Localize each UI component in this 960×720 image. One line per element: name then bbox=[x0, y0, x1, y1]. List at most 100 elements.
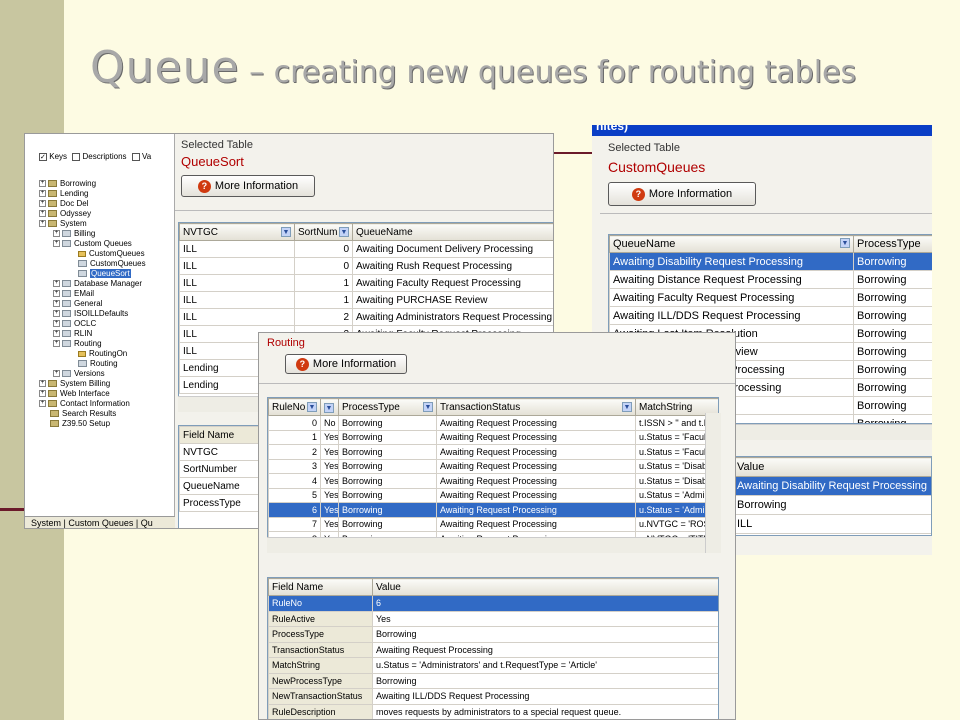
expand-icon[interactable]: + bbox=[39, 210, 46, 218]
table-cell[interactable]: 1 bbox=[294, 274, 353, 292]
table-cell[interactable]: 7 bbox=[268, 516, 321, 532]
column-header[interactable]: QueueName bbox=[352, 223, 553, 241]
table-cell[interactable]: Borrowing bbox=[338, 487, 437, 503]
tree-item[interactable]: + Database Manager bbox=[39, 279, 175, 289]
tree-item[interactable]: + Borrowing bbox=[39, 179, 175, 189]
table-cell[interactable]: Borrowing bbox=[338, 516, 437, 532]
table-cell[interactable]: Borrowing bbox=[853, 378, 932, 397]
table-cell[interactable]: Borrowing bbox=[338, 429, 437, 445]
table-cell[interactable]: 0 bbox=[294, 240, 353, 258]
table-cell[interactable]: TransactionStatus bbox=[268, 641, 373, 658]
table-cell[interactable]: Awaiting Request Processing bbox=[436, 516, 636, 532]
tree-item[interactable]: Z39.50 Setup bbox=[39, 419, 175, 429]
tree-item[interactable]: + System bbox=[39, 219, 175, 229]
tree-item[interactable]: + Doc Del bbox=[39, 199, 175, 209]
va-checkbox[interactable] bbox=[131, 152, 140, 161]
expand-icon[interactable]: + bbox=[53, 310, 60, 318]
expand-icon[interactable]: + bbox=[39, 400, 46, 408]
table-row[interactable]: ProcessType Borrowing bbox=[268, 626, 718, 643]
column-header[interactable]: SortNum ▼ bbox=[294, 223, 353, 241]
table-cell[interactable]: Awaiting Request Processing bbox=[436, 458, 636, 474]
table-cell[interactable]: Borrowing bbox=[372, 672, 718, 689]
table-cell[interactable]: Yes bbox=[320, 444, 339, 460]
table-cell[interactable]: ILL bbox=[179, 274, 295, 292]
tree-item[interactable]: + Routing bbox=[39, 339, 175, 349]
table-cell[interactable]: 1 bbox=[268, 429, 321, 445]
table-cell[interactable]: Borrowing bbox=[853, 324, 932, 343]
table-cell[interactable]: Borrowing bbox=[853, 306, 932, 325]
expand-icon[interactable]: + bbox=[53, 320, 60, 328]
table-row[interactable]: 6 Yes Borrowing Awaiting Request Processing… bbox=[268, 502, 718, 518]
table-cell[interactable]: Awaiting Request Processing bbox=[436, 429, 636, 445]
table-cell[interactable]: Yes bbox=[320, 458, 339, 474]
table-cell[interactable]: Awaiting Faculty Request Processing bbox=[609, 288, 854, 307]
table-cell[interactable]: Borrowing bbox=[853, 414, 932, 423]
table-cell[interactable]: Awaiting ILL/DDS Request Processing bbox=[609, 306, 854, 325]
table-cell[interactable]: QueueName bbox=[179, 477, 260, 495]
table-cell[interactable]: ILL bbox=[179, 257, 295, 275]
filter-dropdown-icon[interactable]: ▼ bbox=[622, 401, 632, 412]
table-row[interactable]: NewProcessType Borrowing bbox=[268, 672, 718, 689]
table-cell[interactable]: ProcessType bbox=[179, 494, 260, 512]
tree-item[interactable]: Search Results bbox=[39, 409, 175, 419]
table-cell[interactable]: Borrowing bbox=[338, 502, 437, 518]
table-cell[interactable]: moves requests by administrators to a sp… bbox=[372, 703, 718, 719]
keys-checkbox[interactable]: ✓ bbox=[39, 152, 47, 161]
table-cell[interactable]: 6 bbox=[372, 595, 718, 612]
table-row[interactable]: Awaiting Disability Request Processing bbox=[733, 476, 931, 496]
filter-dropdown-icon[interactable]: ▼ bbox=[840, 238, 850, 248]
table-cell[interactable]: NVTGC bbox=[179, 443, 260, 461]
table-cell[interactable]: ProcessType bbox=[268, 626, 373, 643]
column-header[interactable]: NVTGC ▼ bbox=[179, 223, 295, 241]
table-cell[interactable]: Awaiting Distance Request Processing bbox=[609, 270, 854, 289]
table-cell[interactable]: u.Status = 'Administrators' and t.Reques… bbox=[372, 657, 718, 674]
filter-dropdown-icon[interactable]: ▼ bbox=[324, 402, 334, 413]
table-cell[interactable]: 5 bbox=[268, 487, 321, 503]
expand-icon[interactable]: + bbox=[53, 240, 60, 248]
table-cell[interactable]: 2 bbox=[294, 308, 353, 326]
table-cell[interactable]: RuleNo bbox=[268, 595, 373, 612]
table-row[interactable]: Awaiting ILL/DDS Request Processing Borro… bbox=[609, 306, 932, 325]
table-row[interactable]: ILL 1 Awaiting Faculty Request Processing bbox=[179, 274, 553, 292]
table-cell[interactable]: ILL bbox=[179, 240, 295, 258]
descriptions-checkbox[interactable] bbox=[72, 152, 81, 161]
more-information-button[interactable]: ? More Information bbox=[285, 354, 407, 374]
table-row[interactable]: TransactionStatus Awaiting Request Proces… bbox=[268, 641, 718, 658]
table-cell[interactable]: Borrowing bbox=[853, 288, 932, 307]
tree-item[interactable]: + Custom Queues bbox=[39, 239, 175, 249]
table-cell[interactable]: No bbox=[320, 415, 339, 431]
table-cell[interactable]: Borrowing bbox=[372, 626, 718, 643]
table-cell[interactable]: 3 bbox=[268, 458, 321, 474]
expand-icon[interactable]: + bbox=[39, 380, 46, 388]
tree-item[interactable]: CustomQueues bbox=[39, 259, 175, 269]
table-row[interactable]: RuleActive Yes bbox=[268, 610, 718, 627]
tree-item[interactable]: + System Billing bbox=[39, 379, 175, 389]
expand-icon[interactable]: + bbox=[39, 220, 46, 228]
tree-item[interactable]: + OCLC bbox=[39, 319, 175, 329]
column-header[interactable]: QueueName ▼ bbox=[609, 235, 854, 253]
table-row[interactable]: 4 Yes Borrowing Awaiting Request Processing… bbox=[268, 473, 718, 489]
tree-item[interactable]: CustomQueues bbox=[39, 249, 175, 259]
table-row[interactable]: RuleDescription moves requests by adminis… bbox=[268, 703, 718, 719]
tree-item[interactable]: Routing bbox=[39, 359, 175, 369]
table-cell[interactable]: Borrowing bbox=[338, 473, 437, 489]
table-cell[interactable]: Borrowing bbox=[338, 415, 437, 431]
table-row[interactable]: 7 Yes Borrowing Awaiting Request Processing… bbox=[268, 516, 718, 532]
tree-item[interactable]: RoutingOn bbox=[39, 349, 175, 359]
expand-icon[interactable]: + bbox=[53, 230, 60, 238]
expand-icon[interactable]: + bbox=[53, 290, 60, 298]
table-cell[interactable]: Awaiting Disability Request Processing bbox=[609, 252, 854, 271]
vertical-scrollbar[interactable] bbox=[705, 413, 721, 553]
table-cell[interactable]: Awaiting Disability Request Processing bbox=[733, 476, 931, 496]
filter-dropdown-icon[interactable]: ▼ bbox=[307, 401, 317, 412]
expand-icon[interactable]: + bbox=[53, 300, 60, 308]
table-cell[interactable]: Awaiting Document Delivery Processing bbox=[352, 240, 553, 258]
expand-icon[interactable]: + bbox=[39, 200, 46, 208]
table-cell[interactable]: Awaiting Request Processing bbox=[436, 473, 636, 489]
tree-item[interactable]: QueueSort bbox=[39, 269, 175, 279]
table-cell[interactable]: Yes bbox=[320, 516, 339, 532]
table-cell[interactable]: NewTransactionStatus bbox=[268, 688, 373, 705]
table-cell[interactable]: 1 bbox=[294, 291, 353, 309]
table-row[interactable]: Borrowing bbox=[733, 495, 931, 515]
more-information-button[interactable]: ? More Information bbox=[608, 182, 756, 206]
